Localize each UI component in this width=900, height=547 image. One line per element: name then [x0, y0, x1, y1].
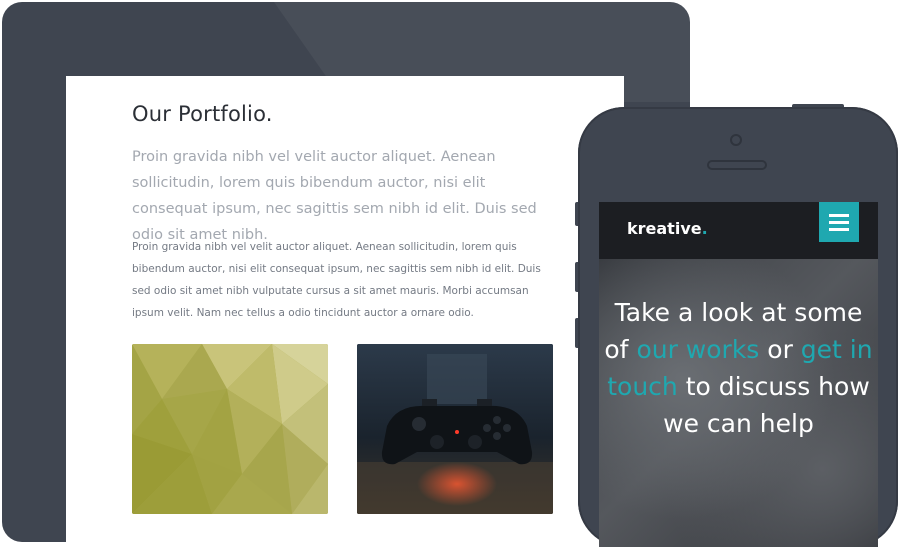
portfolio-lead-text: Proin gravida nibh vel velit auctor aliq… — [132, 149, 537, 243]
low-poly-pattern-icon — [132, 344, 328, 514]
site-navbar: kreative. — [599, 202, 878, 259]
hero-section: Take a look at some of our works or get … — [599, 259, 878, 547]
our-works-link[interactable]: our works — [636, 335, 759, 364]
hero-text-3: to discuss how we can help — [663, 372, 870, 438]
speaker-grille — [707, 160, 767, 170]
tablet-screen: Our Portfolio. Proin gravida nibh vel ve… — [66, 76, 624, 542]
menu-bar-bottom — [829, 228, 849, 231]
camera-icon — [730, 134, 742, 146]
menu-bar-middle — [829, 221, 849, 224]
portfolio-thumb-gamepad[interactable] — [357, 344, 553, 514]
phone-device: kreative. Take a look at some of our wor… — [578, 107, 898, 547]
portfolio-title: Our Portfolio. — [132, 102, 273, 126]
hamburger-menu-icon[interactable] — [819, 202, 859, 242]
portfolio-thumb-polygon[interactable] — [132, 344, 328, 514]
phone-screen: kreative. Take a look at some of our wor… — [599, 202, 878, 547]
logo-text: kreative — [627, 219, 702, 238]
hero-text-2: or — [759, 335, 801, 364]
gamepad-photo-icon — [357, 344, 553, 514]
site-logo[interactable]: kreative. — [627, 219, 708, 238]
logo-dot: . — [701, 219, 708, 238]
menu-bar-top — [829, 214, 849, 217]
hero-headline: Take a look at some of our works or get … — [599, 294, 878, 442]
portfolio-body-text: Proin gravida nibh vel velit auctor aliq… — [132, 241, 541, 319]
